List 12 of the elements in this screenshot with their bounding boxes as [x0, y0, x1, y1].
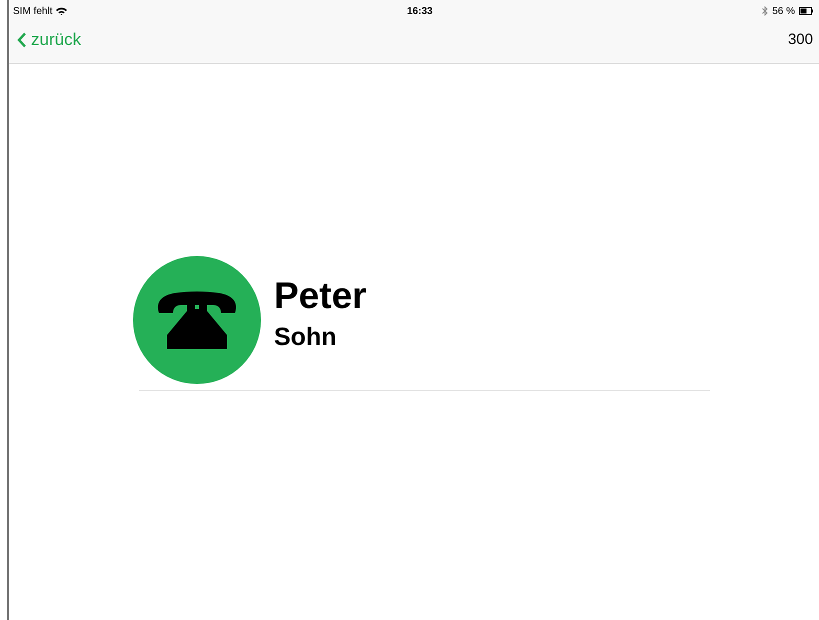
chevron-left-icon — [17, 32, 27, 48]
carrier-label: SIM fehlt — [13, 6, 52, 16]
clock-label: 16:33 — [407, 6, 433, 16]
bluetooth-icon — [762, 6, 768, 16]
contact-relation: Sohn — [274, 322, 338, 352]
contact-name: Peter — [274, 274, 367, 316]
battery-percentage: 56 % — [772, 6, 795, 16]
back-button[interactable]: zurück — [17, 30, 82, 50]
telephone-icon — [155, 291, 239, 349]
wifi-icon — [56, 7, 68, 15]
nav-value: 300 — [788, 31, 813, 48]
battery-icon — [799, 7, 813, 15]
